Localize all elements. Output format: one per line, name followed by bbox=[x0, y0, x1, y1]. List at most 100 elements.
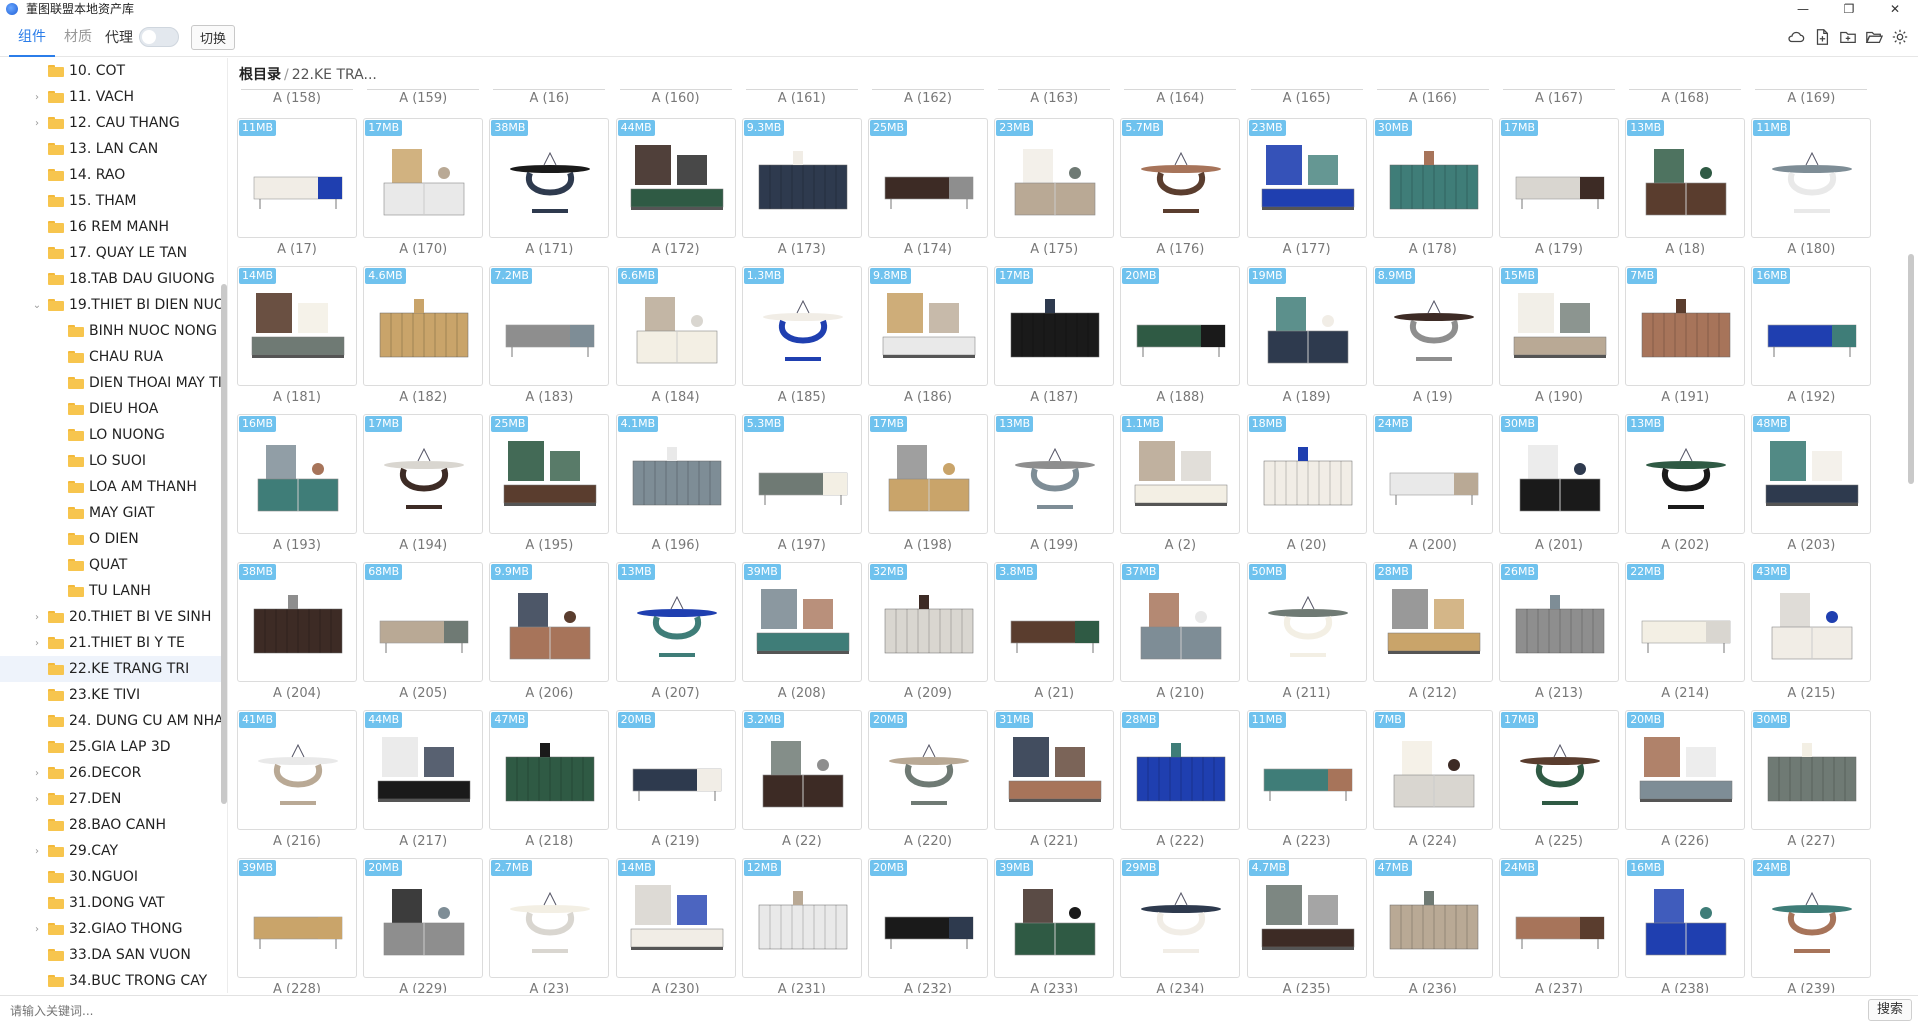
asset-label[interactable]: A (223) bbox=[1247, 834, 1367, 849]
chevron-right-icon[interactable]: › bbox=[32, 794, 42, 805]
asset-label[interactable]: A (194) bbox=[363, 538, 483, 553]
asset-thumbnail[interactable]: 7.2MB bbox=[489, 266, 610, 386]
asset-label[interactable]: A (185) bbox=[742, 390, 862, 405]
asset-thumbnail[interactable]: 7MB bbox=[1372, 710, 1493, 830]
tree-item[interactable]: 31.DONG VAT bbox=[0, 890, 227, 916]
asset-label[interactable]: A (18) bbox=[1625, 242, 1745, 257]
asset-thumbnail[interactable]: 23MB bbox=[994, 118, 1115, 238]
asset-thumbnail[interactable]: 8.9MB bbox=[1372, 266, 1493, 386]
asset-thumbnail[interactable]: 16MB bbox=[1625, 858, 1746, 978]
tree-item[interactable]: 24. DUNG CU AM NHAC bbox=[0, 708, 227, 734]
asset-thumbnail[interactable]: 26MB bbox=[1499, 562, 1619, 682]
asset-thumbnail[interactable]: 30MB bbox=[1372, 118, 1493, 238]
asset-label[interactable]: A (197) bbox=[742, 538, 862, 553]
asset-label[interactable]: A (221) bbox=[994, 834, 1114, 849]
tree-item[interactable]: 17. QUAY LE TAN bbox=[0, 240, 227, 266]
asset-label[interactable]: A (174) bbox=[868, 242, 988, 257]
asset-label[interactable]: A (219) bbox=[616, 834, 736, 849]
tree-item[interactable]: 15. THAM bbox=[0, 188, 227, 214]
tree-item[interactable]: 14. RAO bbox=[0, 162, 227, 188]
asset-label[interactable]: A (193) bbox=[237, 538, 357, 553]
tree-item[interactable]: CHAU RUA bbox=[0, 344, 227, 370]
asset-label[interactable]: A (236) bbox=[1373, 982, 1493, 993]
asset-thumbnail[interactable]: 1.3MB bbox=[741, 266, 862, 386]
tab-components[interactable]: 组件 bbox=[9, 17, 55, 57]
asset-label[interactable]: A (238) bbox=[1625, 982, 1745, 993]
asset-label[interactable]: A (208) bbox=[742, 686, 862, 701]
asset-label[interactable]: A (215) bbox=[1751, 686, 1871, 701]
tree-item[interactable]: › 21.THIET BI Y TE bbox=[0, 630, 227, 656]
asset-label[interactable]: A (19) bbox=[1373, 390, 1493, 405]
asset-thumbnail[interactable]: 20MB bbox=[868, 858, 988, 978]
asset-thumbnail[interactable]: 38MB bbox=[489, 118, 610, 238]
tree-item[interactable]: LO SUOI bbox=[0, 448, 227, 474]
switch-button[interactable]: 切换 bbox=[191, 24, 236, 50]
asset-label[interactable]: A (232) bbox=[868, 982, 988, 993]
search-button[interactable]: 搜索 bbox=[1867, 999, 1912, 1021]
asset-thumbnail[interactable]: 24MB bbox=[1751, 858, 1872, 978]
asset-label[interactable]: A (217) bbox=[363, 834, 483, 849]
asset-thumbnail[interactable]: 39MB bbox=[237, 858, 357, 978]
chevron-down-icon[interactable]: ⌄ bbox=[32, 300, 42, 311]
asset-label[interactable]: A (230) bbox=[616, 982, 736, 993]
asset-label[interactable]: A (172) bbox=[616, 242, 736, 257]
asset-thumbnail[interactable]: 14MB bbox=[237, 266, 357, 386]
cloud-icon[interactable] bbox=[1786, 27, 1806, 47]
asset-thumbnail[interactable]: 14MB bbox=[615, 858, 736, 978]
asset-thumbnail[interactable]: 15MB bbox=[1499, 266, 1619, 386]
asset-thumbnail[interactable]: 30MB bbox=[1751, 710, 1872, 830]
asset-thumbnail[interactable]: 19MB bbox=[1246, 266, 1367, 386]
asset-label[interactable]: A (175) bbox=[994, 242, 1114, 257]
asset-label[interactable]: A (173) bbox=[742, 242, 862, 257]
tree-item[interactable]: 18.TAB DAU GIUONG bbox=[0, 266, 227, 292]
asset-label[interactable]: A (178) bbox=[1373, 242, 1493, 257]
chevron-right-icon[interactable]: › bbox=[32, 768, 42, 779]
new-file-icon[interactable] bbox=[1812, 27, 1832, 47]
tree-item[interactable]: 28.BAO CANH bbox=[0, 812, 227, 838]
tree-item[interactable]: O DIEN bbox=[0, 526, 227, 552]
asset-label[interactable]: A (200) bbox=[1373, 538, 1493, 553]
asset-label[interactable]: A (235) bbox=[1247, 982, 1367, 993]
asset-thumbnail[interactable]: 22MB bbox=[1625, 562, 1746, 682]
asset-thumbnail[interactable]: 47MB bbox=[489, 710, 610, 830]
asset-label[interactable]: A (210) bbox=[1120, 686, 1240, 701]
asset-label[interactable]: A (17) bbox=[237, 242, 357, 257]
asset-thumbnail[interactable]: 20MB bbox=[868, 710, 988, 830]
asset-label[interactable]: A (171) bbox=[489, 242, 609, 257]
asset-thumbnail[interactable]: 25MB bbox=[868, 118, 988, 238]
asset-thumbnail[interactable]: 41MB bbox=[237, 710, 357, 830]
asset-thumbnail[interactable]: 28MB bbox=[1120, 710, 1241, 830]
asset-thumbnail[interactable]: 6.6MB bbox=[615, 266, 736, 386]
asset-label[interactable]: A (181) bbox=[237, 390, 357, 405]
asset-label[interactable]: A (186) bbox=[868, 390, 988, 405]
asset-label[interactable]: A (177) bbox=[1247, 242, 1367, 257]
tree-item[interactable]: BINH NUOC NONG bbox=[0, 318, 227, 344]
asset-thumbnail[interactable]: 13MB bbox=[1625, 414, 1746, 534]
asset-thumbnail[interactable]: 28MB bbox=[1372, 562, 1493, 682]
asset-label[interactable]: A (202) bbox=[1625, 538, 1745, 553]
maximize-button[interactable]: ❐ bbox=[1826, 0, 1872, 17]
tree-item[interactable]: 16 REM MANH bbox=[0, 214, 227, 240]
asset-label[interactable]: A (213) bbox=[1499, 686, 1619, 701]
sidebar-scrollbar[interactable] bbox=[221, 284, 227, 804]
asset-label[interactable]: A (198) bbox=[868, 538, 988, 553]
asset-label[interactable]: A (167) bbox=[1499, 91, 1619, 106]
asset-thumbnail[interactable]: 18MB bbox=[1246, 414, 1367, 534]
tree-item[interactable]: › 20.THIET BI VE SINH bbox=[0, 604, 227, 630]
asset-thumbnail[interactable]: 2.7MB bbox=[489, 858, 610, 978]
asset-thumbnail[interactable]: 17MB bbox=[1499, 710, 1619, 830]
tree-item[interactable]: MAY GIAT bbox=[0, 500, 227, 526]
tree-item[interactable]: LO NUONG bbox=[0, 422, 227, 448]
settings-icon[interactable] bbox=[1890, 27, 1910, 47]
asset-thumbnail[interactable]: 44MB bbox=[615, 118, 736, 238]
asset-thumbnail[interactable]: 32MB bbox=[868, 562, 988, 682]
asset-label[interactable]: A (161) bbox=[742, 91, 862, 106]
asset-thumbnail[interactable]: 12MB bbox=[741, 858, 862, 978]
chevron-right-icon[interactable]: › bbox=[32, 638, 42, 649]
asset-label[interactable]: A (2) bbox=[1120, 538, 1240, 553]
asset-label[interactable]: A (205) bbox=[363, 686, 483, 701]
asset-label[interactable]: A (191) bbox=[1625, 390, 1745, 405]
asset-label[interactable]: A (158) bbox=[237, 91, 357, 106]
asset-label[interactable]: A (237) bbox=[1499, 982, 1619, 993]
asset-label[interactable]: A (179) bbox=[1499, 242, 1619, 257]
